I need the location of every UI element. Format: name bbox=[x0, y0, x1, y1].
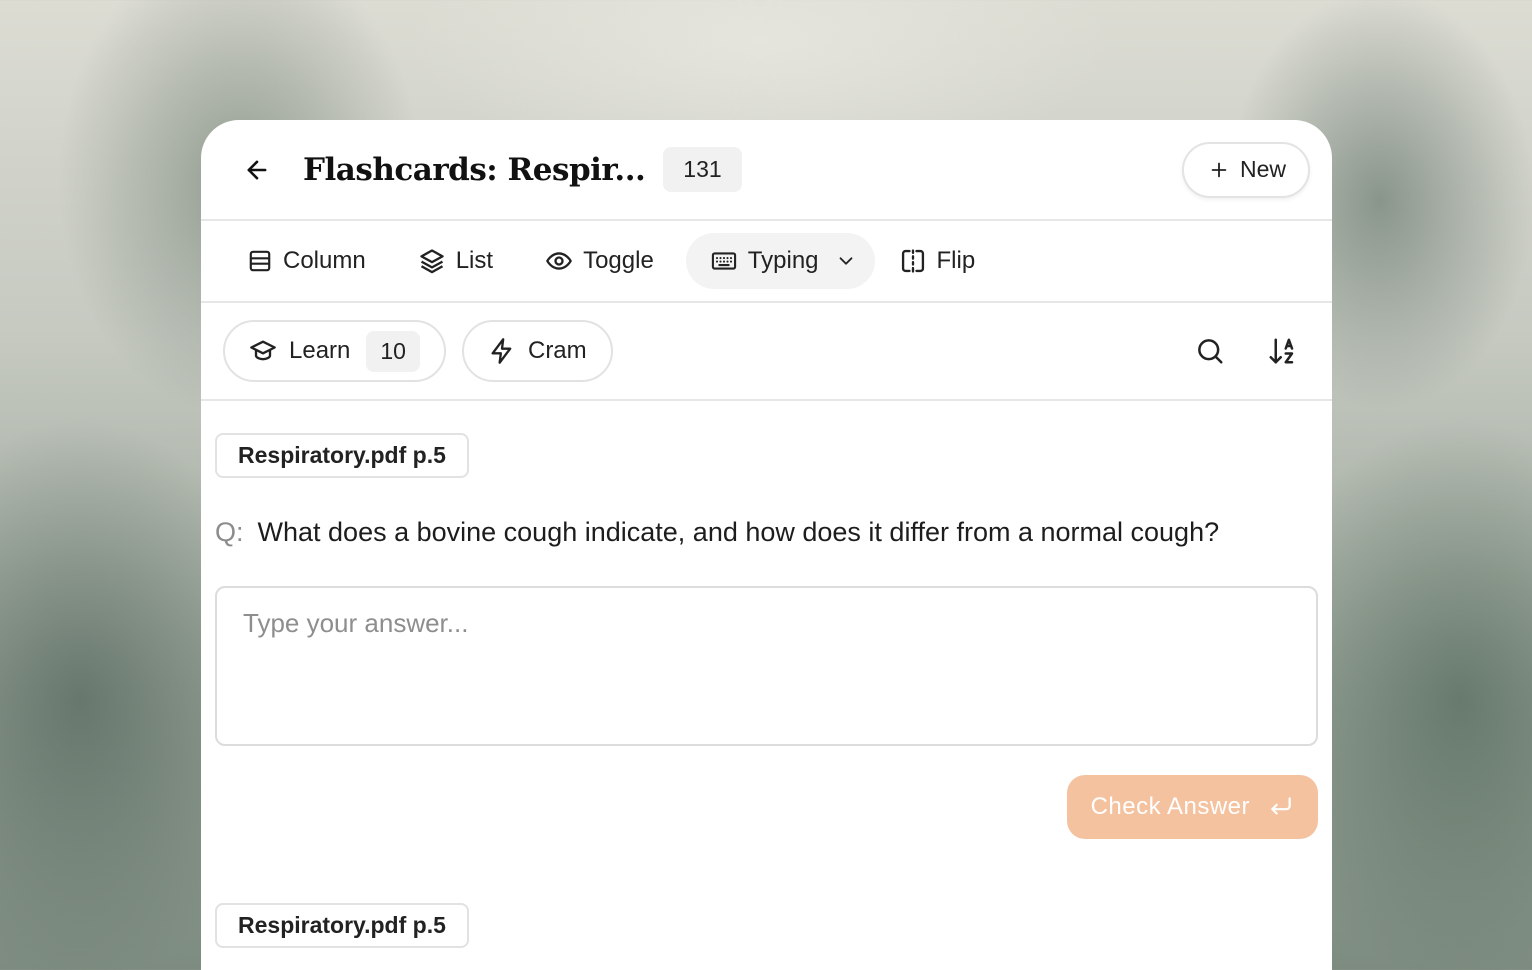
mode-typing-label: Typing bbox=[747, 247, 819, 274]
mode-column-button[interactable]: Column bbox=[243, 233, 380, 289]
cram-button[interactable]: Cram bbox=[461, 320, 613, 382]
question-body: What does a bovine cough indicate, and h… bbox=[257, 517, 1220, 547]
learn-button[interactable]: Learn 10 bbox=[223, 320, 446, 382]
learn-count-badge: 10 bbox=[366, 330, 420, 372]
source-tag[interactable]: Respiratory.pdf p.5 bbox=[215, 903, 469, 948]
learn-label: Learn bbox=[289, 337, 351, 364]
card-count-badge: 131 bbox=[663, 147, 742, 192]
flashcard: Respiratory.pdf p.5 Q: What does a bovine… bbox=[215, 433, 1318, 839]
search-button[interactable] bbox=[1190, 331, 1230, 371]
table-icon bbox=[249, 250, 271, 272]
back-button[interactable] bbox=[241, 154, 273, 186]
lightning-icon bbox=[491, 338, 512, 364]
enter-key-icon bbox=[1271, 797, 1291, 815]
sort-az-icon bbox=[1269, 338, 1294, 364]
answer-input[interactable] bbox=[215, 586, 1318, 746]
mode-typing-dropdown[interactable]: Typing bbox=[685, 233, 875, 289]
check-answer-button[interactable]: Check Answer bbox=[1066, 775, 1318, 839]
question-prefix: Q: bbox=[215, 517, 244, 547]
cram-label: Cram bbox=[527, 337, 587, 364]
check-answer-label: Check Answer bbox=[1090, 793, 1250, 820]
keyboard-icon bbox=[711, 252, 736, 270]
flashcards-panel: Flashcards: Respir... 131 New Column Lis… bbox=[201, 120, 1332, 970]
chevron-down-icon bbox=[839, 257, 852, 265]
mode-toggle-button[interactable]: Toggle bbox=[541, 233, 668, 289]
flip-icon bbox=[901, 249, 924, 273]
mode-flip-button[interactable]: Flip bbox=[895, 233, 990, 289]
sort-button[interactable] bbox=[1262, 331, 1302, 371]
graduation-cap-icon bbox=[250, 340, 276, 361]
plus-icon bbox=[1211, 162, 1227, 177]
view-mode-bar: Column List Toggle Typing Flip bbox=[201, 221, 1332, 303]
question-text: Q: What does a bovine cough indicate, and… bbox=[215, 512, 1318, 552]
eye-icon bbox=[546, 252, 572, 270]
mode-toggle-label: Toggle bbox=[583, 247, 654, 274]
flashcard: Respiratory.pdf p.5 bbox=[215, 903, 1318, 948]
layers-icon bbox=[420, 249, 444, 274]
mode-column-label: Column bbox=[283, 247, 366, 274]
new-button-label: New bbox=[1239, 156, 1286, 182]
search-icon bbox=[1198, 339, 1223, 364]
check-row: Check Answer bbox=[215, 775, 1318, 839]
new-card-button[interactable]: New bbox=[1181, 141, 1310, 198]
header: Flashcards: Respir... 131 New bbox=[201, 120, 1332, 221]
mode-flip-label: Flip bbox=[936, 247, 976, 274]
arrow-left-icon bbox=[247, 160, 267, 179]
source-tag[interactable]: Respiratory.pdf p.5 bbox=[215, 433, 469, 478]
card-list: Respiratory.pdf p.5 Q: What does a bovine… bbox=[201, 401, 1332, 948]
mode-list-button[interactable]: List bbox=[414, 233, 507, 289]
study-actions-bar: Learn 10 Cram bbox=[201, 303, 1332, 401]
page-title: Flashcards: Respir... bbox=[303, 151, 646, 188]
mode-list-label: List bbox=[455, 247, 494, 274]
